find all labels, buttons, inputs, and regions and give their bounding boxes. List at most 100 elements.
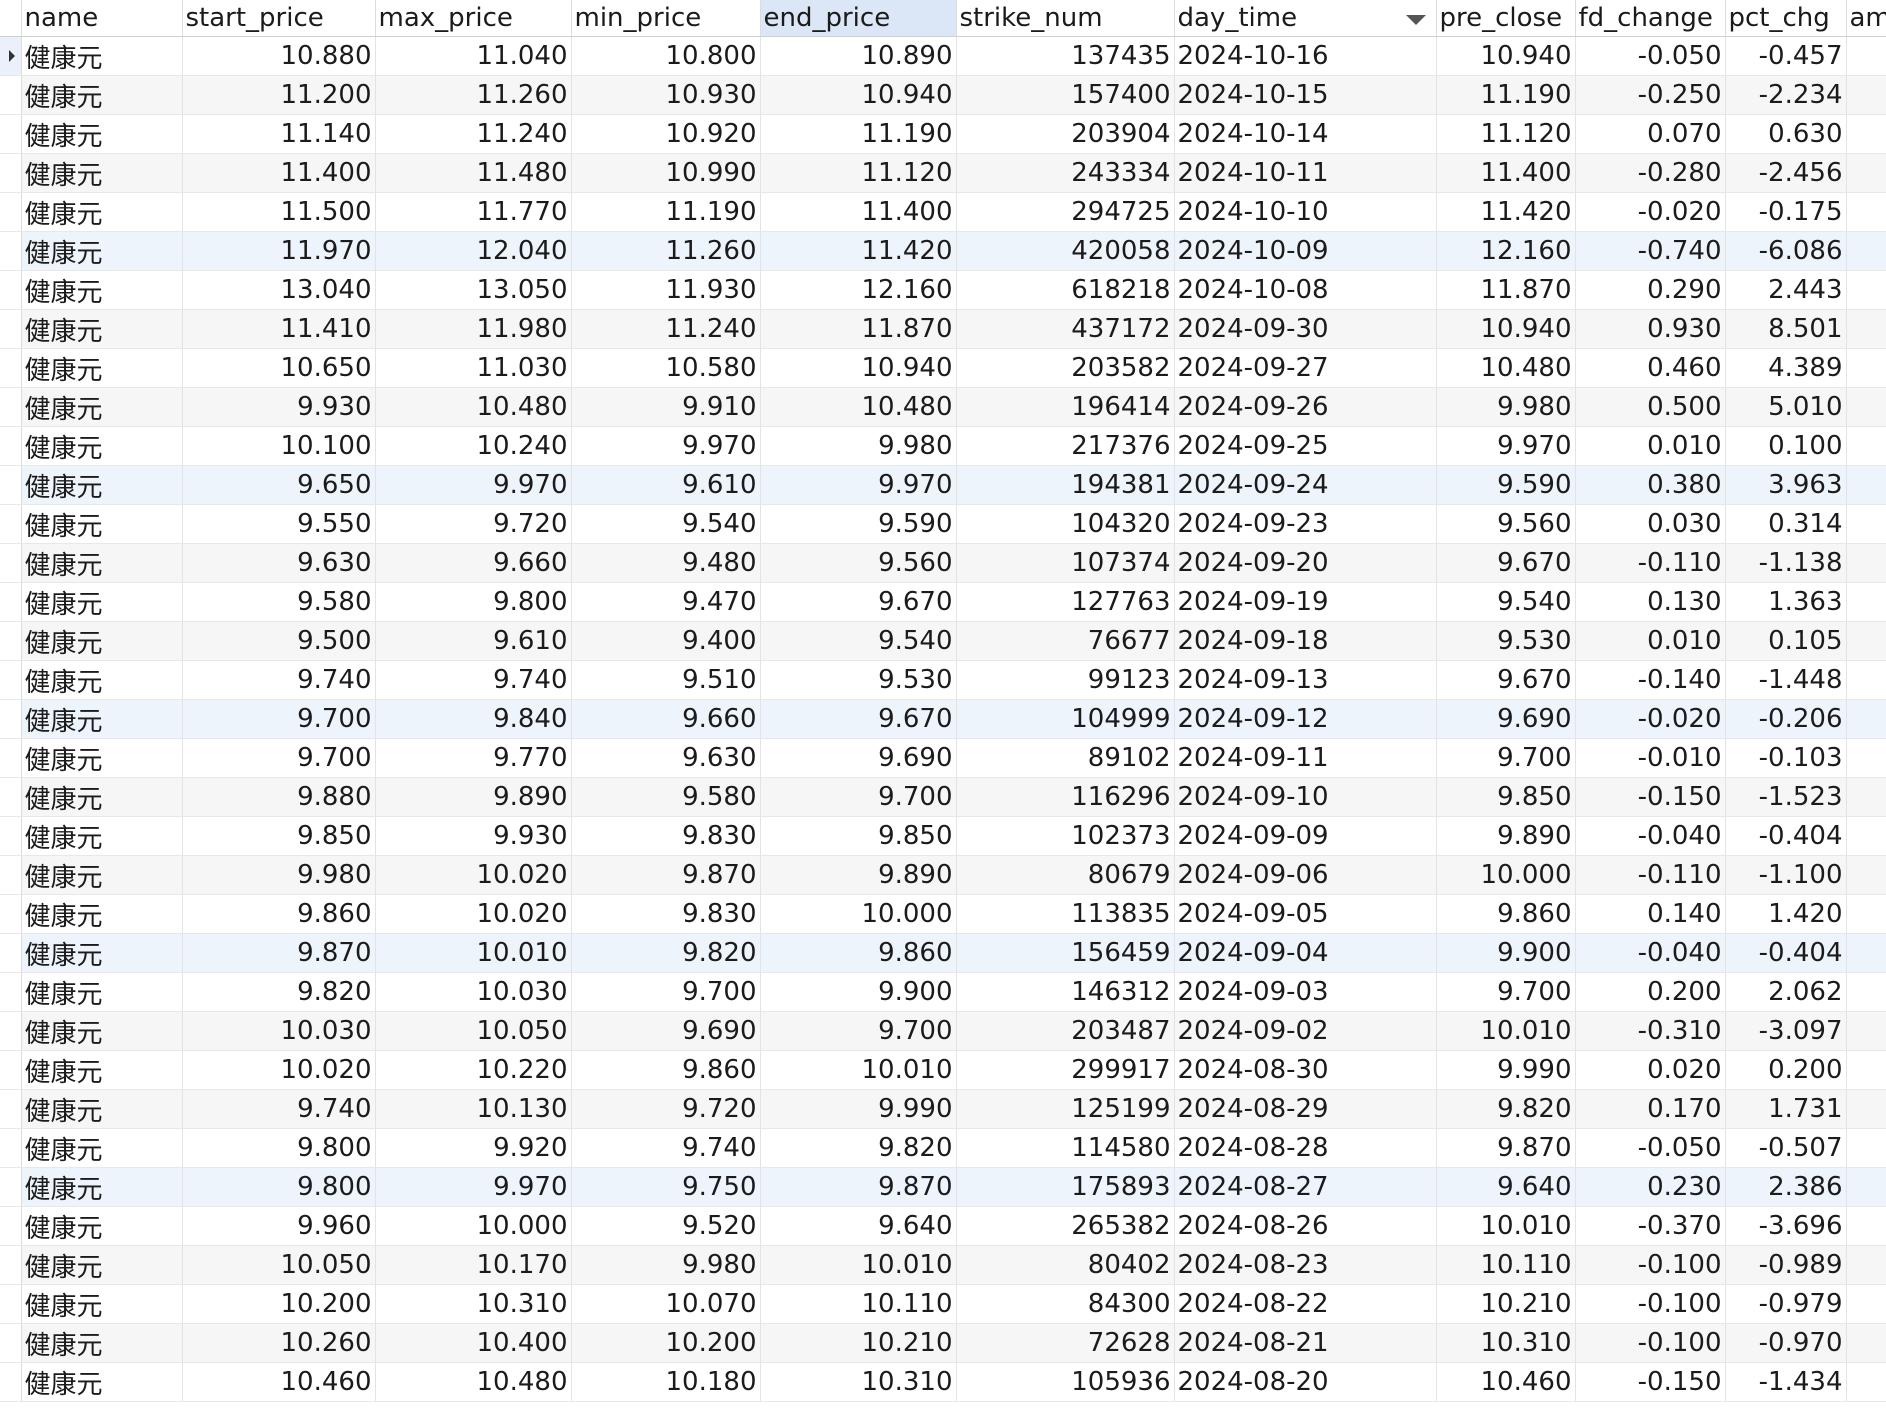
cell-pre-close[interactable]: 9.890 bbox=[1436, 816, 1576, 856]
cell-amo[interactable] bbox=[1846, 855, 1886, 895]
cell-name[interactable]: 健康元 bbox=[21, 1128, 183, 1168]
cell-name[interactable]: 健康元 bbox=[21, 1167, 183, 1207]
cell-strike-num[interactable]: 102373 bbox=[956, 816, 1175, 856]
cell-end-price[interactable]: 11.400 bbox=[760, 192, 957, 232]
table-row[interactable]: 健康元 10.020 10.220 9.860 10.010 299917 2024-08-… bbox=[0, 1050, 1886, 1090]
cell-max-price[interactable]: 10.130 bbox=[375, 1089, 572, 1129]
cell-max-price[interactable]: 9.930 bbox=[375, 816, 572, 856]
cell-end-price[interactable]: 11.190 bbox=[760, 114, 957, 154]
cell-name[interactable]: 健康元 bbox=[21, 855, 183, 895]
cell-day-time[interactable]: 2024-08-23 bbox=[1174, 1245, 1437, 1285]
cell-min-price[interactable]: 10.800 bbox=[571, 36, 761, 76]
cell-pct-chg[interactable]: 3.963 bbox=[1725, 465, 1847, 505]
cell-pre-close[interactable]: 9.850 bbox=[1436, 777, 1576, 817]
cell-amo[interactable] bbox=[1846, 1128, 1886, 1168]
cell-day-time[interactable]: 2024-09-02 bbox=[1174, 1011, 1437, 1051]
cell-end-price[interactable]: 9.670 bbox=[760, 699, 957, 739]
cell-fd-change[interactable]: 0.170 bbox=[1575, 1089, 1726, 1129]
cell-max-price[interactable]: 9.800 bbox=[375, 582, 572, 622]
cell-strike-num[interactable]: 125199 bbox=[956, 1089, 1175, 1129]
cell-fd-change[interactable]: -0.280 bbox=[1575, 153, 1726, 193]
cell-start-price[interactable]: 10.030 bbox=[182, 1011, 376, 1051]
table-row[interactable]: 健康元 9.870 10.010 9.820 9.860 156459 2024-09-04… bbox=[0, 933, 1886, 973]
table-row[interactable]: 健康元 10.030 10.050 9.690 9.700 203487 2024-09-0… bbox=[0, 1011, 1886, 1051]
cell-pre-close[interactable]: 9.540 bbox=[1436, 582, 1576, 622]
table-row[interactable]: 健康元 9.550 9.720 9.540 9.590 104320 2024-09-23 9… bbox=[0, 504, 1886, 544]
cell-day-time[interactable]: 2024-09-05 bbox=[1174, 894, 1437, 934]
row-indicator[interactable] bbox=[0, 114, 22, 154]
cell-start-price[interactable]: 11.400 bbox=[182, 153, 376, 193]
cell-start-price[interactable]: 9.930 bbox=[182, 387, 376, 427]
cell-end-price[interactable]: 10.010 bbox=[760, 1050, 957, 1090]
cell-fd-change[interactable]: 0.930 bbox=[1575, 309, 1726, 349]
row-indicator[interactable] bbox=[0, 1128, 22, 1168]
row-indicator[interactable] bbox=[0, 543, 22, 583]
cell-day-time[interactable]: 2024-09-13 bbox=[1174, 660, 1437, 700]
cell-pct-chg[interactable]: -0.206 bbox=[1725, 699, 1847, 739]
cell-pre-close[interactable]: 10.940 bbox=[1436, 36, 1576, 76]
cell-pct-chg[interactable]: 1.731 bbox=[1725, 1089, 1847, 1129]
column-header-fd-change[interactable]: fd_change bbox=[1575, 0, 1726, 37]
cell-max-price[interactable]: 9.890 bbox=[375, 777, 572, 817]
cell-fd-change[interactable]: 0.230 bbox=[1575, 1167, 1726, 1207]
cell-amo[interactable] bbox=[1846, 1284, 1886, 1324]
cell-fd-change[interactable]: 0.200 bbox=[1575, 972, 1726, 1012]
cell-start-price[interactable]: 9.650 bbox=[182, 465, 376, 505]
cell-amo[interactable] bbox=[1846, 192, 1886, 232]
table-row[interactable]: 健康元 10.100 10.240 9.970 9.980 217376 2024-09-2… bbox=[0, 426, 1886, 466]
cell-start-price[interactable]: 9.700 bbox=[182, 738, 376, 778]
row-indicator[interactable] bbox=[0, 855, 22, 895]
cell-name[interactable]: 健康元 bbox=[21, 465, 183, 505]
cell-start-price[interactable]: 10.460 bbox=[182, 1362, 376, 1402]
row-indicator[interactable] bbox=[0, 1011, 22, 1051]
table-row[interactable]: 健康元 9.820 10.030 9.700 9.900 146312 2024-09-03… bbox=[0, 972, 1886, 1012]
cell-fd-change[interactable]: -0.150 bbox=[1575, 777, 1726, 817]
cell-day-time[interactable]: 2024-09-09 bbox=[1174, 816, 1437, 856]
row-indicator[interactable] bbox=[0, 1245, 22, 1285]
cell-pct-chg[interactable]: -1.448 bbox=[1725, 660, 1847, 700]
cell-amo[interactable] bbox=[1846, 504, 1886, 544]
cell-fd-change[interactable]: 0.380 bbox=[1575, 465, 1726, 505]
cell-pct-chg[interactable]: -0.404 bbox=[1725, 933, 1847, 973]
cell-day-time[interactable]: 2024-10-16 bbox=[1174, 36, 1437, 76]
cell-amo[interactable] bbox=[1846, 777, 1886, 817]
cell-max-price[interactable]: 10.240 bbox=[375, 426, 572, 466]
cell-max-price[interactable]: 10.220 bbox=[375, 1050, 572, 1090]
column-header-max-price[interactable]: max_price bbox=[375, 0, 572, 37]
cell-start-price[interactable]: 13.040 bbox=[182, 270, 376, 310]
cell-end-price[interactable]: 11.870 bbox=[760, 309, 957, 349]
cell-name[interactable]: 健康元 bbox=[21, 933, 183, 973]
cell-pct-chg[interactable]: -0.457 bbox=[1725, 36, 1847, 76]
cell-end-price[interactable]: 9.850 bbox=[760, 816, 957, 856]
cell-fd-change[interactable]: -0.050 bbox=[1575, 36, 1726, 76]
cell-amo[interactable] bbox=[1846, 1050, 1886, 1090]
cell-strike-num[interactable]: 156459 bbox=[956, 933, 1175, 973]
cell-min-price[interactable]: 9.720 bbox=[571, 1089, 761, 1129]
cell-end-price[interactable]: 9.640 bbox=[760, 1206, 957, 1246]
cell-day-time[interactable]: 2024-09-18 bbox=[1174, 621, 1437, 661]
cell-start-price[interactable]: 9.800 bbox=[182, 1167, 376, 1207]
cell-pct-chg[interactable]: -0.989 bbox=[1725, 1245, 1847, 1285]
row-indicator[interactable] bbox=[0, 153, 22, 193]
cell-day-time[interactable]: 2024-09-25 bbox=[1174, 426, 1437, 466]
table-row[interactable]: 健康元 9.980 10.020 9.870 9.890 80679 2024-09-06 1… bbox=[0, 855, 1886, 895]
cell-min-price[interactable]: 9.690 bbox=[571, 1011, 761, 1051]
cell-strike-num[interactable]: 437172 bbox=[956, 309, 1175, 349]
cell-strike-num[interactable]: 203582 bbox=[956, 348, 1175, 388]
cell-min-price[interactable]: 9.980 bbox=[571, 1245, 761, 1285]
cell-max-price[interactable]: 9.660 bbox=[375, 543, 572, 583]
cell-pre-close[interactable]: 9.870 bbox=[1436, 1128, 1576, 1168]
cell-end-price[interactable]: 9.590 bbox=[760, 504, 957, 544]
cell-max-price[interactable]: 10.050 bbox=[375, 1011, 572, 1051]
cell-pre-close[interactable]: 10.940 bbox=[1436, 309, 1576, 349]
cell-name[interactable]: 健康元 bbox=[21, 504, 183, 544]
cell-amo[interactable] bbox=[1846, 387, 1886, 427]
cell-min-price[interactable]: 10.920 bbox=[571, 114, 761, 154]
cell-end-price[interactable]: 9.890 bbox=[760, 855, 957, 895]
cell-day-time[interactable]: 2024-08-27 bbox=[1174, 1167, 1437, 1207]
cell-pct-chg[interactable]: 2.062 bbox=[1725, 972, 1847, 1012]
cell-day-time[interactable]: 2024-10-10 bbox=[1174, 192, 1437, 232]
cell-day-time[interactable]: 2024-09-12 bbox=[1174, 699, 1437, 739]
cell-day-time[interactable]: 2024-09-27 bbox=[1174, 348, 1437, 388]
row-indicator[interactable] bbox=[0, 1050, 22, 1090]
